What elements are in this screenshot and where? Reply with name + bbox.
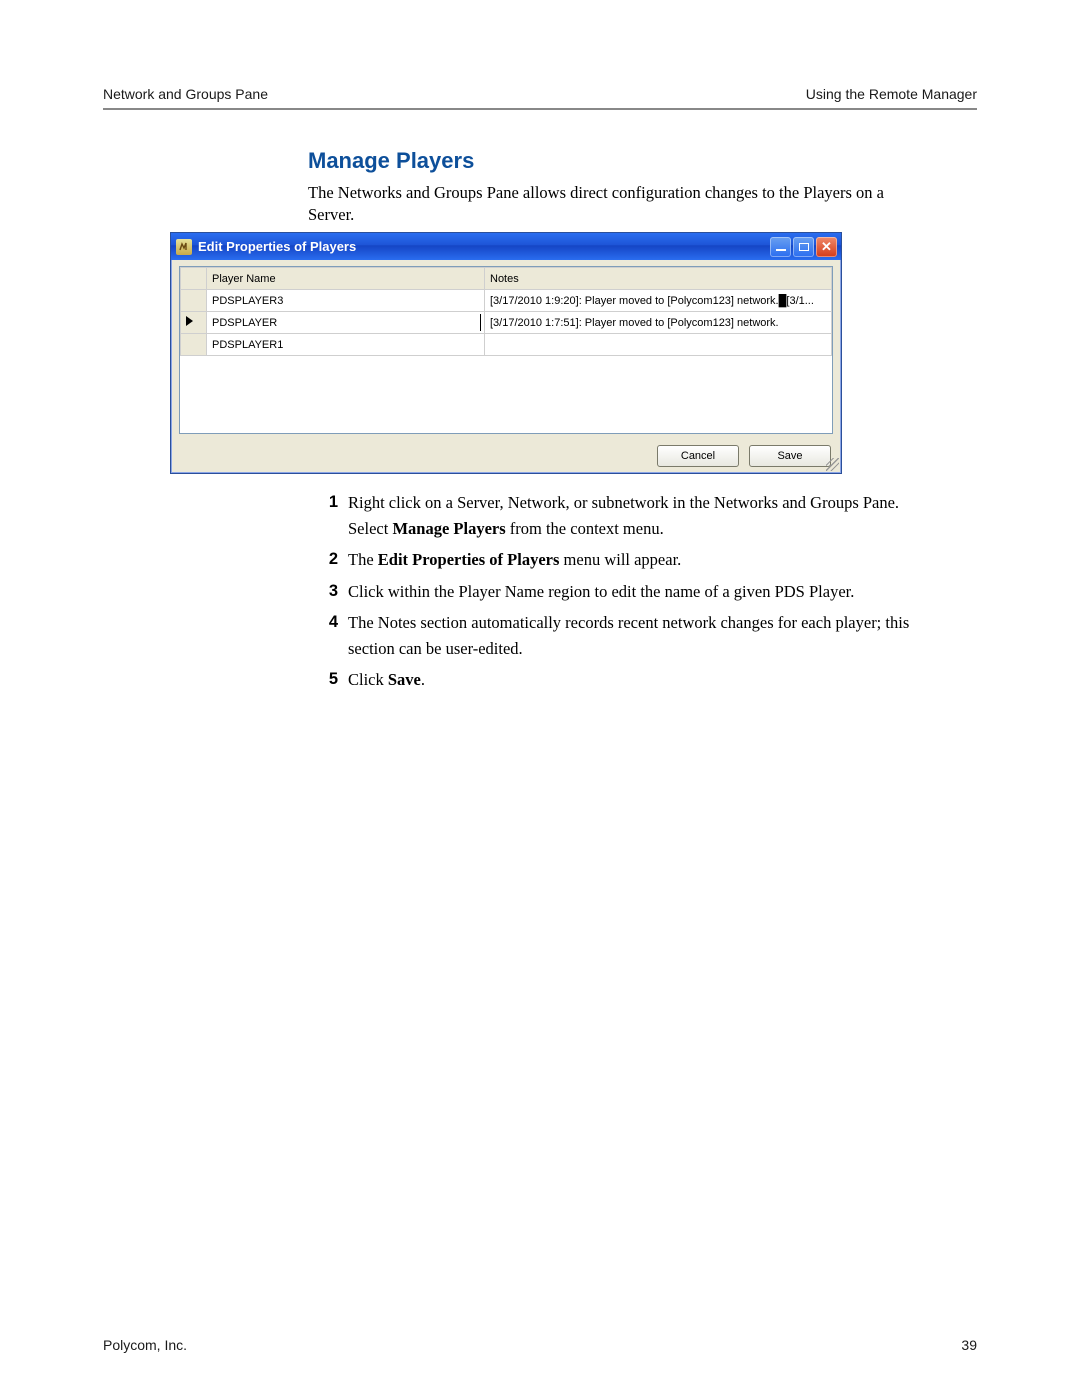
col-notes[interactable]: Notes <box>485 268 832 290</box>
row-selector[interactable] <box>181 290 207 312</box>
close-button[interactable]: ✕ <box>816 237 837 257</box>
notes-cell[interactable]: [3/17/2010 1:9:20]: Player moved to [Pol… <box>485 290 832 312</box>
header-divider <box>103 108 977 110</box>
list-item: 2 The Edit Properties of Players menu wi… <box>308 547 930 573</box>
list-item: 5 Click Save. <box>308 667 930 693</box>
row-selector[interactable] <box>181 334 207 356</box>
resize-grip-icon[interactable] <box>826 458 839 471</box>
step-number: 3 <box>308 579 348 605</box>
player-name-cell[interactable]: PDSPLAYER1 <box>207 334 485 356</box>
row-selector[interactable] <box>181 312 207 334</box>
step-number: 2 <box>308 547 348 573</box>
step-text: Click within the Player Name region to e… <box>348 579 930 605</box>
table-row[interactable]: PDSPLAYER [3/17/2010 1:7:51]: Player mov… <box>181 312 832 334</box>
players-grid[interactable]: Player Name Notes PDSPLAYER3 [3/17/2010 … <box>179 266 833 434</box>
step-text: Click Save. <box>348 667 930 693</box>
page-footer: Polycom, Inc. 39 <box>103 1337 977 1353</box>
document-page: Network and Groups Pane Using the Remote… <box>0 0 1080 1397</box>
step-text: Right click on a Server, Network, or sub… <box>348 490 930 541</box>
player-name-cell[interactable]: PDSPLAYER <box>207 312 485 334</box>
step-number: 5 <box>308 667 348 693</box>
intro-text: The Networks and Groups Pane allows dire… <box>308 182 930 227</box>
list-item: 1 Right click on a Server, Network, or s… <box>308 490 930 541</box>
section-title: Manage Players <box>308 148 474 174</box>
app-icon <box>176 239 192 255</box>
maximize-button[interactable] <box>793 237 814 257</box>
footer-page-number: 39 <box>961 1337 977 1353</box>
dialog-footer: Cancel Save <box>657 445 831 467</box>
step-text: The Edit Properties of Players menu will… <box>348 547 930 573</box>
cancel-button[interactable]: Cancel <box>657 445 739 467</box>
dialog-title: Edit Properties of Players <box>198 239 356 254</box>
player-name-cell[interactable]: PDSPLAYER3 <box>207 290 485 312</box>
minimize-button[interactable] <box>770 237 791 257</box>
step-number: 4 <box>308 610 348 661</box>
row-caret-icon <box>186 316 193 326</box>
list-item: 3 Click within the Player Name region to… <box>308 579 930 605</box>
text-caret <box>480 314 481 331</box>
grid-corner <box>181 268 207 290</box>
notes-cell[interactable]: [3/17/2010 1:7:51]: Player moved to [Pol… <box>485 312 832 334</box>
col-player-name[interactable]: Player Name <box>207 268 485 290</box>
header-right: Using the Remote Manager <box>806 86 977 102</box>
table-row[interactable]: PDSPLAYER3 [3/17/2010 1:9:20]: Player mo… <box>181 290 832 312</box>
grid-header-row: Player Name Notes <box>181 268 832 290</box>
notes-cell[interactable] <box>485 334 832 356</box>
list-item: 4 The Notes section automatically record… <box>308 610 930 661</box>
steps-list: 1 Right click on a Server, Network, or s… <box>308 490 930 699</box>
edit-properties-dialog: Edit Properties of Players ✕ Player Name… <box>170 232 842 474</box>
footer-left: Polycom, Inc. <box>103 1337 187 1353</box>
save-button[interactable]: Save <box>749 445 831 467</box>
step-number: 1 <box>308 490 348 541</box>
header-left: Network and Groups Pane <box>103 86 268 102</box>
page-header: Network and Groups Pane Using the Remote… <box>103 86 977 102</box>
table-row[interactable]: PDSPLAYER1 <box>181 334 832 356</box>
step-text: The Notes section automatically records … <box>348 610 930 661</box>
dialog-titlebar[interactable]: Edit Properties of Players ✕ <box>171 233 841 260</box>
